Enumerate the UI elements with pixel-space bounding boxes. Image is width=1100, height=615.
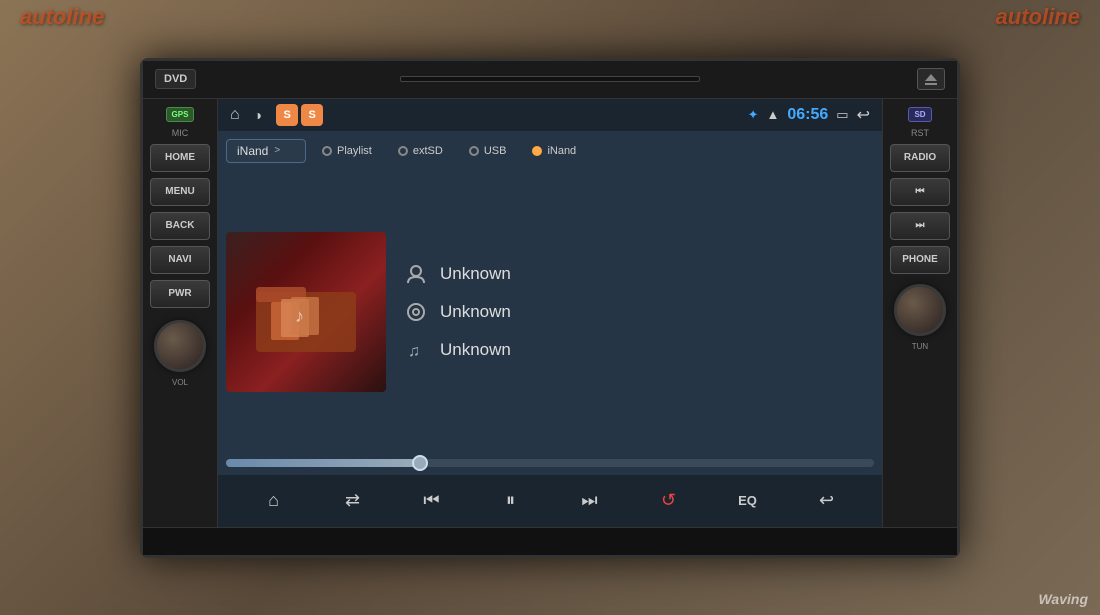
tab-usb-label: USB: [484, 145, 507, 157]
home-button[interactable]: HOME: [150, 144, 210, 172]
repeat-button[interactable]: ↺: [651, 483, 687, 519]
back-ctrl-icon[interactable]: ↩: [809, 483, 845, 519]
player-controls: ⌂ ⇄ ⏮ ⏸ ⏭ ↺ EQ ↩: [218, 475, 882, 527]
dvd-slot: [400, 76, 700, 82]
source-selector-label: iNand: [237, 144, 268, 158]
usb-dot: [469, 146, 479, 156]
ss-badges: S S: [276, 104, 323, 126]
source-tabs: iNand > Playlist extSD USB: [226, 139, 874, 163]
ss-badge-1[interactable]: S: [276, 104, 298, 126]
screen-icon: ▭: [836, 107, 848, 123]
android-home-icon[interactable]: ⌂: [230, 106, 240, 124]
shuffle-button[interactable]: ⇄: [335, 483, 371, 519]
skip-back-button[interactable]: ⏮: [890, 178, 950, 206]
status-bar: ⌂ ◑ S S ✦ ▲ 06:56 ▭ ↩: [218, 99, 882, 131]
wifi-icon: ▲: [767, 107, 780, 122]
eject-triangle-icon: [925, 74, 937, 81]
main-body: GPS MIC HOME MENU BACK NAVI PWR VOL ⌂ ◑ …: [143, 99, 957, 527]
music-note-icon: ♫: [402, 336, 430, 364]
top-strip: DVD: [143, 61, 957, 99]
album-icon: [402, 298, 430, 326]
eject-line-icon: [925, 83, 937, 85]
progress-bar[interactable]: [226, 459, 874, 467]
progress-thumb[interactable]: [412, 455, 428, 471]
skip-fwd-button[interactable]: ⏭: [890, 212, 950, 240]
brand-header: autoline autoline: [0, 4, 1100, 30]
phone-button[interactable]: PHONE: [890, 246, 950, 274]
bottom-strip: [143, 527, 957, 555]
back-button[interactable]: BACK: [150, 212, 210, 240]
title-row: ♫ Unknown: [402, 336, 874, 364]
tab-extsd-label: extSD: [413, 145, 443, 157]
eject-button[interactable]: [917, 68, 945, 90]
status-left: ⌂ ◑ S S: [230, 104, 323, 126]
source-selector[interactable]: iNand >: [226, 139, 306, 163]
play-pause-button[interactable]: ⏸: [493, 483, 529, 519]
extsd-dot: [398, 146, 408, 156]
tab-extsd[interactable]: extSD: [388, 141, 453, 161]
tab-usb[interactable]: USB: [459, 141, 517, 161]
tab-playlist-label: Playlist: [337, 145, 372, 157]
eq-button[interactable]: EQ: [730, 483, 766, 519]
artist-row: Unknown: [402, 260, 874, 288]
watermark: Waving: [1038, 591, 1088, 607]
pwr-button[interactable]: PWR: [150, 280, 210, 308]
screen: ⌂ ◑ S S ✦ ▲ 06:56 ▭ ↩: [218, 99, 882, 527]
rst-label: RST: [911, 128, 929, 138]
track-info: Unknown Unknown: [402, 260, 874, 364]
sd-badge: SD: [908, 107, 931, 122]
brand-left: autoline: [20, 4, 104, 30]
player-content: iNand > Playlist extSD USB: [218, 131, 882, 475]
prev-track-button[interactable]: ⏮: [414, 483, 450, 519]
brand-right: autoline: [996, 4, 1080, 30]
artist-icon: [402, 260, 430, 288]
tab-inand[interactable]: iNand: [522, 141, 586, 161]
status-right: ✦ ▲ 06:56 ▭ ↩: [748, 105, 870, 125]
mic-label: MIC: [172, 128, 189, 138]
playlist-dot: [322, 146, 332, 156]
svg-text:♫: ♫: [408, 343, 420, 360]
player-main: ♪ Unknown: [226, 173, 874, 451]
artist-text: Unknown: [440, 264, 511, 284]
vol-knob[interactable]: [154, 320, 206, 372]
tun-label: TUN: [912, 342, 928, 351]
brightness-icon[interactable]: ◑: [254, 107, 262, 123]
car-unit: DVD GPS MIC HOME MENU BACK NAVI PWR VOL …: [140, 58, 960, 558]
time-display: 06:56: [787, 106, 828, 124]
album-text: Unknown: [440, 302, 511, 322]
tun-knob[interactable]: [894, 284, 946, 336]
folder-icon: ♪: [251, 267, 361, 357]
vol-label: VOL: [172, 378, 188, 387]
menu-button[interactable]: MENU: [150, 178, 210, 206]
album-row: Unknown: [402, 298, 874, 326]
nav-back-icon[interactable]: ↩: [857, 105, 870, 125]
tab-inand-label: iNand: [547, 145, 576, 157]
bluetooth-icon: ✦: [748, 107, 759, 123]
gps-badge: GPS: [166, 107, 195, 122]
radio-button[interactable]: RADIO: [890, 144, 950, 172]
inand-dot: [532, 146, 542, 156]
android-home-ctrl-icon[interactable]: ⌂: [256, 483, 292, 519]
album-art-inner: ♪: [226, 232, 386, 392]
dvd-label: DVD: [155, 69, 196, 89]
next-track-button[interactable]: ⏭: [572, 483, 608, 519]
navi-button[interactable]: NAVI: [150, 246, 210, 274]
tab-playlist[interactable]: Playlist: [312, 141, 382, 161]
left-panel: GPS MIC HOME MENU BACK NAVI PWR VOL: [143, 99, 218, 527]
ss-badge-2[interactable]: S: [301, 104, 323, 126]
svg-text:♪: ♪: [295, 306, 304, 326]
album-art: ♪: [226, 232, 386, 392]
progress-fill: [226, 459, 420, 467]
selector-arrow-icon: >: [274, 145, 280, 156]
right-panel: SD RST RADIO ⏮ ⏭ PHONE TUN: [882, 99, 957, 527]
title-text: Unknown: [440, 340, 511, 360]
